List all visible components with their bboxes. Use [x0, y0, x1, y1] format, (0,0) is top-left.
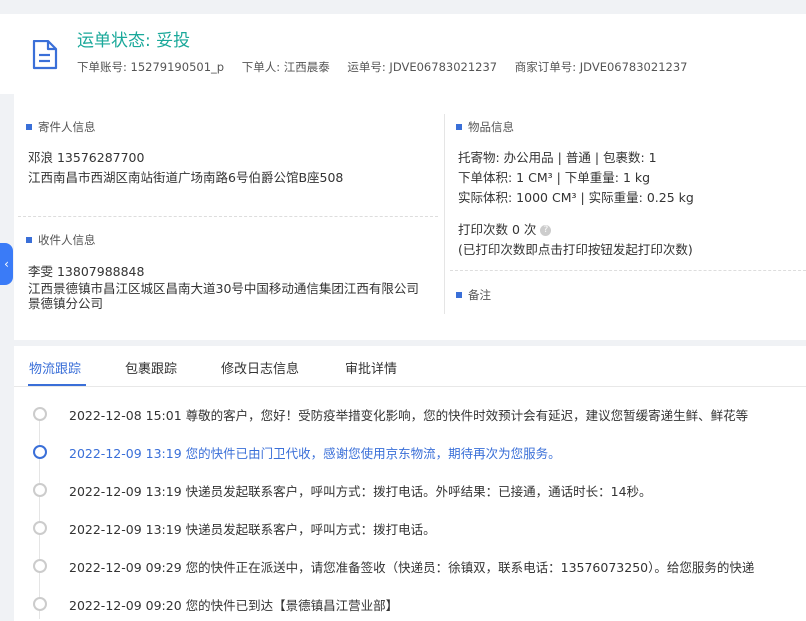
tab-package-tracking[interactable]: 包裹跟踪 [125, 358, 177, 377]
order-account: 下单账号: 15279190501_p [77, 60, 225, 74]
help-icon[interactable]: ? [540, 225, 552, 236]
info-panel: 寄件人信息 邓浪 13576287700 江西南昌市西湖区南站街道广场南路6号伯… [14, 94, 806, 340]
timeline-line [39, 409, 40, 619]
merchant-order-number: 商家订单号: JDVE06783021237 [514, 60, 688, 74]
sender-name-phone: 邓浪 13576287700 [28, 150, 145, 165]
timeline-item: 2022-12-09 13:19 快递员发起联系客户，呼叫方式：拨打电话。外呼结… [69, 484, 652, 499]
tracking-panel: 物流跟踪 包裹跟踪 修改日志信息 审批详情 2022-12-08 15:01 尊… [14, 346, 806, 621]
timeline-dot-current [33, 445, 47, 459]
timeline-item: 2022-12-08 15:01 尊敬的客户，您好！受防疫举措变化影响，您的快件… [69, 408, 749, 423]
timeline-dot [33, 483, 47, 497]
orderer: 下单人: 江西晨泰 [241, 60, 330, 74]
timeline-dot [33, 407, 47, 421]
print-note: (已打印次数即点击打印按钮发起打印次数) [458, 242, 693, 257]
waybill-status: 运单状态: 妥投 [77, 31, 191, 51]
goods-line-2: 下单体积: 1 CM³ | 下单重量: 1 kg [458, 170, 651, 185]
sender-section-title: 寄件人信息 [26, 119, 96, 135]
waybill-number: 运单号: JDVE06783021237 [347, 60, 498, 74]
remark-section-title: 备注 [456, 287, 491, 303]
waybill-header: 运单状态: 妥投 下单账号: 15279190501_p 下单人: 江西晨泰 运… [0, 14, 806, 94]
timeline-dot [33, 597, 47, 611]
print-count: 打印次数 0 次? [458, 219, 552, 238]
timeline-item: 2022-12-09 09:20 您的快件已到达【景德镇昌江营业部】 [69, 598, 399, 613]
tab-approval-details[interactable]: 审批详情 [345, 358, 397, 377]
goods-section-title: 物品信息 [456, 119, 514, 135]
waybill-meta: 下单账号: 15279190501_p 下单人: 江西晨泰 运单号: JDVE0… [77, 59, 701, 75]
timeline-item: 2022-12-09 13:19 快递员发起联系客户，呼叫方式：拨打电话。 [69, 522, 436, 537]
sender-address: 江西南昌市西湖区南站街道广场南路6号伯爵公馆B座508 [28, 170, 344, 185]
document-icon [30, 39, 58, 74]
receiver-address: 江西景德镇市昌江区城区昌南大道30号中国移动通信集团江西有限公司景德镇分公司 [28, 281, 419, 311]
divider [18, 216, 438, 217]
divider [450, 270, 806, 271]
collapse-sidebar-button[interactable]: ‹ [0, 243, 13, 285]
timeline-dot [33, 559, 47, 573]
tab-logistics-tracking[interactable]: 物流跟踪 [29, 358, 81, 377]
goods-line-1: 托寄物: 办公用品 | 普通 | 包裹数: 1 [458, 150, 657, 165]
timeline-item: 2022-12-09 09:29 您的快件正在派送中，请您准备签收（快递员：徐镇… [69, 560, 755, 575]
timeline-dot [33, 521, 47, 535]
tab-change-log[interactable]: 修改日志信息 [221, 358, 299, 377]
tab-bar: 物流跟踪 包裹跟踪 修改日志信息 审批详情 [14, 346, 806, 387]
timeline-item-current: 2022-12-09 13:19 您的快件已由门卫代收，感谢您使用京东物流，期待… [69, 446, 561, 461]
vertical-divider [444, 114, 445, 314]
receiver-section-title: 收件人信息 [26, 232, 96, 248]
active-tab-indicator [28, 384, 86, 386]
receiver-name-phone: 李雯 13807988848 [28, 264, 145, 279]
goods-line-3: 实际体积: 1000 CM³ | 实际重量: 0.25 kg [458, 190, 694, 205]
